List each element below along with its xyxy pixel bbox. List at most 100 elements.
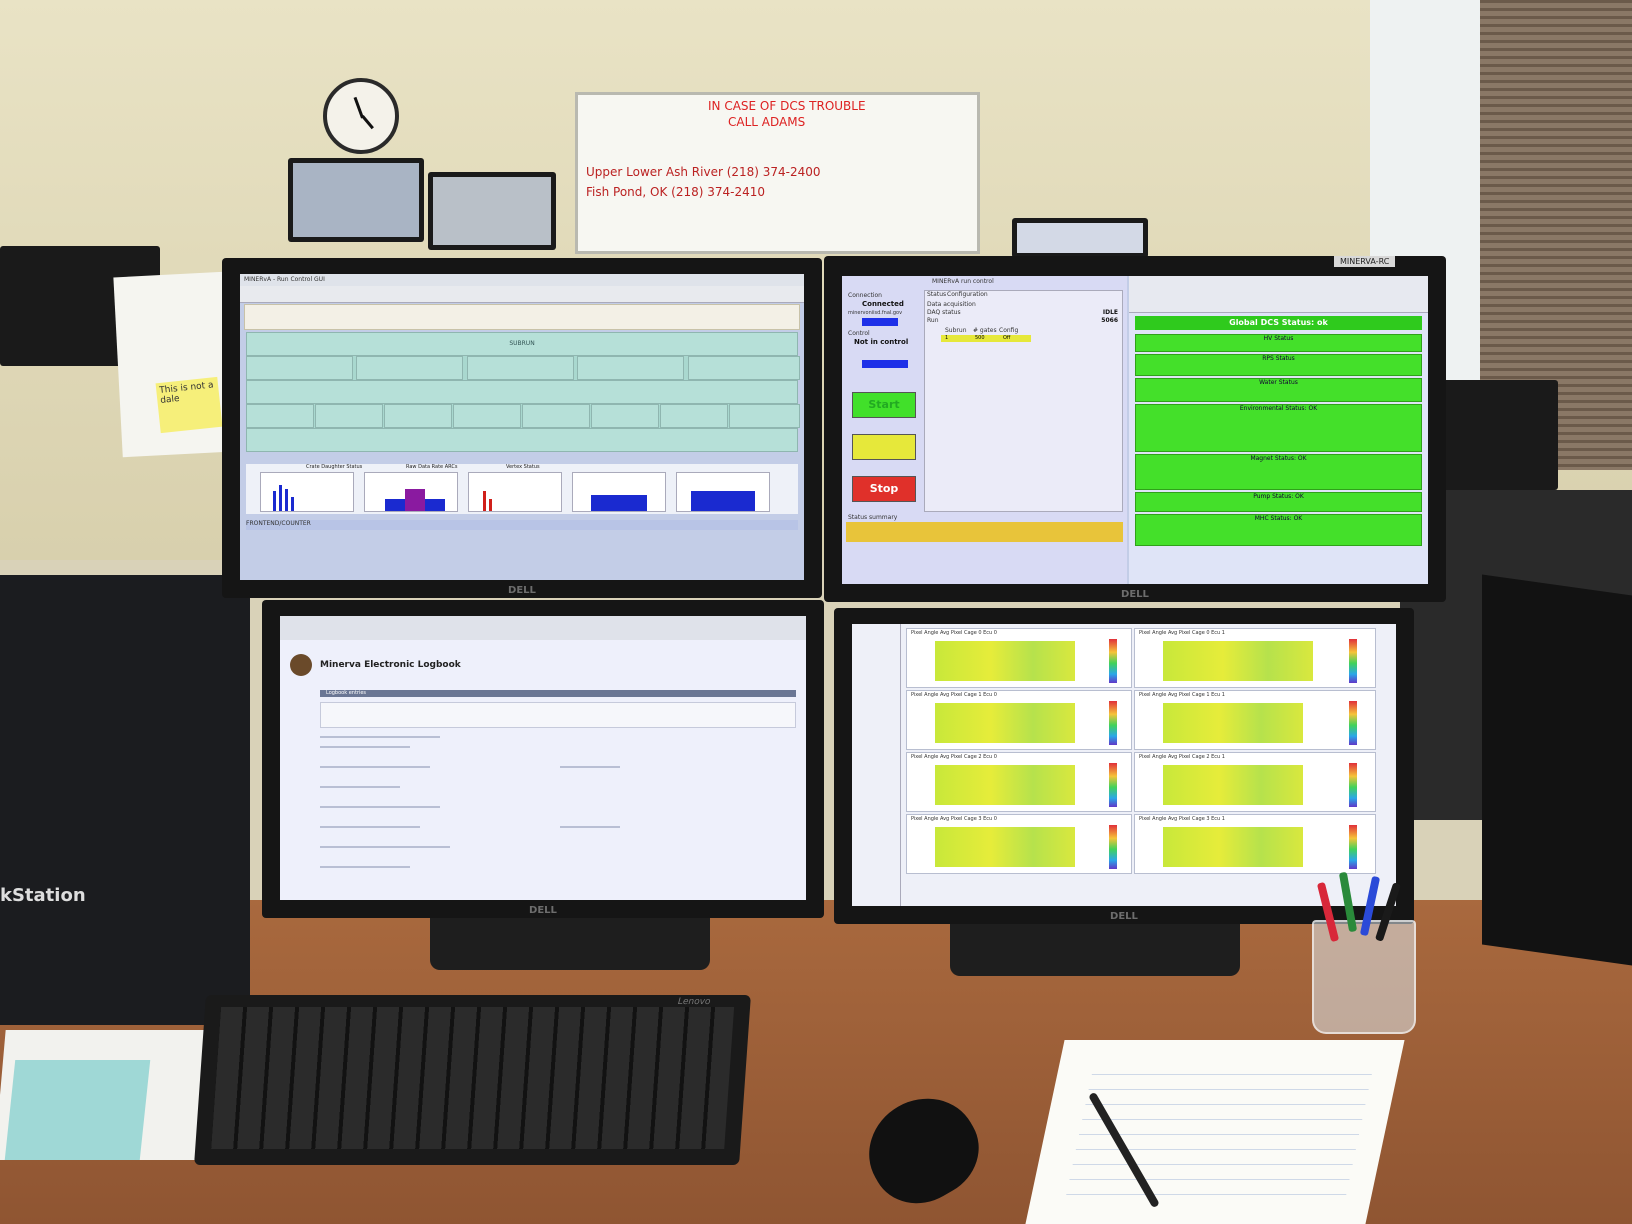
histogram-panel: Pixel Angle Avg Pixel Cage 3 Ecu 1 (1134, 814, 1376, 874)
tower-label: kStation (0, 885, 86, 906)
daq-status-label: DAQ status (927, 309, 961, 316)
dcs-status-row[interactable]: Magnet Status: OK (1135, 454, 1422, 490)
color-scale (1109, 701, 1117, 745)
grid-row (246, 380, 798, 404)
whiteboard-line: Upper Lower Ash River (218) 374-2400 (586, 165, 821, 179)
grid-cell[interactable] (246, 404, 315, 428)
grid-cell[interactable] (522, 404, 591, 428)
histogram-panel: Pixel Angle Avg Pixel Cage 1 Ecu 0 (906, 690, 1132, 750)
panel-title: Pixel Angle Avg Pixel Cage 1 Ecu 1 (1139, 692, 1225, 698)
dcs-status-row[interactable]: Environmental Status: OK (1135, 404, 1422, 452)
histogram-strip: Crate Daughter Status Raw Data Rate ARCs… (246, 464, 798, 514)
connection-label: Connection (848, 292, 882, 299)
monitor-tag: MINERVA-RC (1334, 256, 1396, 267)
dcs-status-row[interactable]: RPS Status (1135, 354, 1422, 376)
log-entry-line (560, 766, 620, 768)
dcs-global-status: Global DCS Status: ok (1135, 316, 1422, 330)
status-panel: Status Configuration Data acquisition DA… (924, 290, 1123, 512)
monitor-stand (430, 918, 710, 970)
panel-title: Pixel Angle Avg Pixel Cage 1 Ecu 0 (911, 692, 997, 698)
log-entry-line (320, 746, 410, 748)
window-title: MINERvA - Run Control GUI (240, 274, 804, 286)
gates-header: # gates (973, 327, 997, 334)
log-entry-line (320, 806, 440, 808)
grid-cell[interactable] (729, 404, 800, 428)
toolbar (240, 286, 804, 303)
heatmap (935, 827, 1075, 867)
config-header: Config (999, 327, 1019, 334)
histogram-panel: Pixel Angle Avg Pixel Cage 3 Ecu 0 (906, 814, 1132, 874)
color-scale (1349, 639, 1357, 683)
grid-cell[interactable] (315, 404, 384, 428)
side-monitor (1482, 574, 1632, 966)
search-form[interactable] (320, 702, 796, 728)
grid-cell[interactable] (384, 404, 453, 428)
pause-button[interactable] (852, 434, 916, 460)
grid-cell[interactable] (660, 404, 729, 428)
whiteboard-line: CALL ADAMS (728, 115, 806, 129)
keyboard-brand: Lenovo (677, 997, 711, 1007)
daq-status-value: IDLE (1102, 309, 1118, 316)
logbook-logo (290, 654, 312, 676)
run-control-screen: MINERvA - Run Control GUI SUBRUN Crate D… (240, 274, 804, 580)
grid-row (246, 428, 798, 452)
grid-cell[interactable] (577, 356, 685, 380)
log-entry-line (320, 846, 450, 848)
subrun-header: Subrun (945, 327, 967, 334)
stop-button[interactable]: Stop (852, 476, 916, 502)
dcs-status-row[interactable]: HV Status (1135, 334, 1422, 352)
monitor-bottom-left: Minerva Electronic Logbook Logbook entri… (262, 600, 824, 918)
background-monitor (288, 158, 424, 242)
heatmap (1163, 641, 1313, 681)
browser-toolbar (1129, 276, 1428, 313)
tab-configuration[interactable]: Configuration (947, 291, 988, 298)
tab-status[interactable]: Status (927, 291, 946, 298)
grid-cell[interactable] (591, 404, 660, 428)
subrun-row[interactable]: 1 500 Off (941, 335, 1031, 342)
control-status: Not in control (854, 338, 909, 346)
run-control-pane: MINERvA run control Connection Connected… (842, 276, 1127, 584)
log-entry-line (320, 866, 410, 868)
grid-cell[interactable] (356, 356, 464, 380)
dcs-status-row[interactable]: Water Status (1135, 378, 1422, 402)
log-entry-line (320, 736, 440, 738)
monitor-brand: DELL (1121, 589, 1149, 600)
pen-cup (1312, 871, 1416, 1034)
status-bar: FRONTEND/COUNTER (246, 520, 798, 530)
grid-cell[interactable] (453, 404, 522, 428)
logbook-title: Minerva Electronic Logbook (320, 660, 461, 670)
data-acq-label: Data acquisition (927, 301, 976, 308)
dcs-screen: MINERvA run control Connection Connected… (842, 276, 1428, 584)
browser-toolbar (280, 616, 806, 641)
heatmap (935, 703, 1075, 743)
histogram-panel: Pixel Angle Avg Pixel Cage 2 Ecu 1 (1134, 752, 1376, 812)
histogram-screen: Pixel Angle Avg Pixel Cage 0 Ecu 0 Pixel… (852, 624, 1396, 906)
grid-cell[interactable] (246, 356, 353, 380)
monitor-brand: DELL (529, 905, 557, 916)
log-entry-line (560, 826, 620, 828)
panel-title: Pixel Angle Avg Pixel Cage 2 Ecu 0 (911, 754, 997, 760)
dcs-status-row[interactable]: Pump Status: OK (1135, 492, 1422, 512)
monitor-stand (950, 924, 1240, 976)
take-control-button[interactable] (862, 360, 908, 368)
panel-title: Pixel Angle Avg Pixel Cage 3 Ecu 0 (911, 816, 997, 822)
histogram (364, 472, 458, 512)
heatmap (1163, 703, 1303, 743)
histogram-tree[interactable] (852, 624, 901, 906)
background-monitor (1012, 218, 1148, 258)
disconnect-button[interactable] (862, 318, 898, 326)
section-label: Logbook entries (326, 690, 367, 696)
panel-title: Pixel Angle Avg Pixel Cage 2 Ecu 1 (1139, 754, 1225, 760)
dcs-status-row[interactable]: MHC Status: OK (1135, 514, 1422, 546)
sticky-note: This is not a dale (155, 376, 223, 434)
grid-cell[interactable] (687, 356, 800, 380)
monitor-bottom-right: Pixel Angle Avg Pixel Cage 0 Ecu 0 Pixel… (834, 608, 1414, 924)
run-label: Run (927, 317, 939, 324)
start-button[interactable]: Start (852, 392, 916, 418)
pane-title: MINERvA run control (932, 278, 994, 285)
whiteboard: IN CASE OF DCS TROUBLE CALL ADAMS Upper … (575, 92, 980, 254)
color-scale (1349, 825, 1357, 869)
status-summary-label: Status summary (848, 514, 898, 521)
keyboard[interactable]: Lenovo (194, 995, 751, 1165)
grid-cell[interactable] (466, 356, 574, 380)
